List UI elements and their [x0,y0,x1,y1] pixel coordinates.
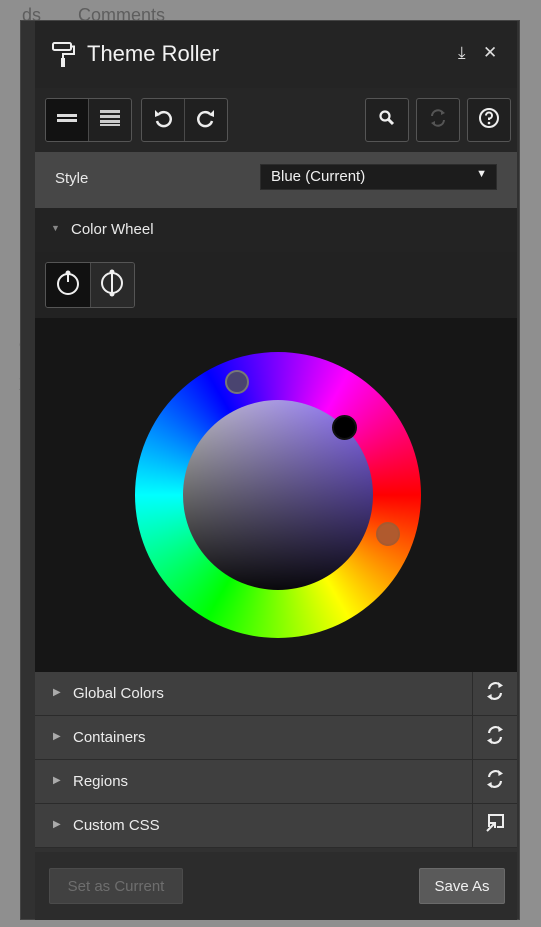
undo-icon [152,107,174,134]
view-toggle-group [45,98,132,142]
toolbar [35,88,517,152]
reset-button[interactable] [417,99,459,141]
style-select-value: Blue (Current) [271,168,366,185]
save-as-button[interactable]: Save As [419,868,505,904]
section-containers[interactable]: ▶ Containers [35,716,517,760]
monochromatic-mode-icon [54,269,82,302]
close-icon[interactable]: ✕ [483,43,497,63]
undo-button[interactable] [142,99,184,141]
set-as-current-button[interactable]: Set as Current [49,868,183,904]
reset-global-colors-button[interactable] [472,672,517,715]
wheel-mode-group [45,262,135,308]
section-label: Regions [73,773,129,790]
expanded-view-icon [99,109,120,132]
theme-roller-panel: Theme Roller ⤓ ✕ Style Blue (Current) ▼ … [20,20,520,920]
open-css-editor-button[interactable] [472,804,517,847]
reset-regions-button[interactable] [472,760,517,803]
expand-arrow-icon: ▶ [53,731,61,742]
complementary-mode-icon [98,268,126,303]
collapse-arrow-icon: ▼ [51,223,60,233]
chevron-down-icon: ▼ [476,168,487,180]
refresh-icon [484,723,506,752]
expanded-view-button[interactable] [88,99,130,141]
section-global-colors[interactable]: ▶ Global Colors [35,672,517,716]
panel-footer: Set as Current Save As [35,852,517,920]
color-handle-secondary[interactable] [332,415,357,440]
panel-title: Theme Roller [87,41,220,66]
refresh-icon [484,767,506,796]
section-label: Containers [73,729,146,746]
color-handle-tertiary[interactable] [376,522,400,546]
section-custom-css[interactable]: ▶ Custom CSS [35,804,517,848]
search-button[interactable] [366,99,408,141]
color-wheel-area [35,318,517,672]
background-page-left [0,0,20,927]
section-label: Custom CSS [73,817,160,834]
title-bar[interactable]: Theme Roller ⤓ ✕ [35,21,517,88]
color-wheel-label: Color Wheel [71,221,154,238]
help-button[interactable] [468,99,510,141]
collapsed-view-icon [57,111,77,130]
reset-containers-button[interactable] [472,716,517,759]
style-label: Style [55,170,89,187]
search-group [365,98,409,142]
color-handle-primary[interactable] [225,370,249,394]
expand-arrow-icon: ▶ [53,687,61,698]
style-row: Style Blue (Current) ▼ [35,152,517,208]
color-wheel-header[interactable]: ▼ Color Wheel [35,208,517,253]
monochromatic-mode-button[interactable] [46,263,90,307]
paint-roller-icon [51,40,77,68]
dock-icon[interactable]: ⤓ [458,43,466,63]
collapsed-view-button[interactable] [46,99,88,141]
background-page-bottom [20,920,520,927]
section-label: Global Colors [73,685,164,702]
help-group [467,98,511,142]
help-icon [478,107,500,134]
expand-arrow-icon: ▶ [53,775,61,786]
color-wheel-mode-row [35,252,517,318]
search-icon [378,109,396,132]
refresh-group [416,98,460,142]
history-group [141,98,228,142]
expand-arrow-icon: ▶ [53,819,61,830]
section-regions[interactable]: ▶ Regions [35,760,517,804]
style-select[interactable]: Blue (Current) ▼ [260,164,497,190]
background-page-right [520,0,541,927]
redo-button[interactable] [184,99,226,141]
refresh-icon [428,107,448,134]
external-edit-icon [484,812,506,839]
redo-icon [195,107,217,134]
complementary-mode-button[interactable] [89,263,134,307]
refresh-icon [484,679,506,708]
